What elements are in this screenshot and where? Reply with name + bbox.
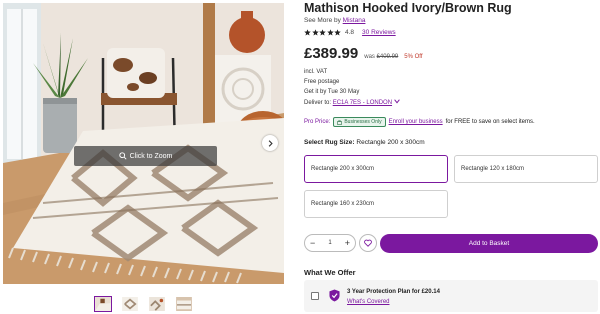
chevron-down-icon[interactable] xyxy=(393,99,400,104)
enroll-business-link[interactable]: Enroll your business xyxy=(389,119,443,125)
rating-row: 4.8 30 Reviews xyxy=(304,29,396,36)
brand-link[interactable]: Mistana xyxy=(343,17,366,24)
deliver-to-label: Deliver to: xyxy=(304,100,332,106)
magnifier-icon xyxy=(118,152,127,160)
next-image-button[interactable] xyxy=(262,135,278,151)
protection-plan-checkbox[interactable] xyxy=(311,292,319,300)
what-we-offer-heading: What We Offer xyxy=(304,268,356,277)
deliver-to-location-link[interactable]: EC1A 7ES - LONDON xyxy=(333,100,392,106)
thumbnail-rug-image xyxy=(176,297,192,311)
see-more-prefix: See More by xyxy=(304,17,341,24)
add-to-basket-button[interactable]: Add to Basket xyxy=(380,234,598,253)
product-gallery: Click to Zoom xyxy=(0,0,288,314)
thumbnail-2[interactable] xyxy=(121,296,139,312)
thumbnail-room-image xyxy=(95,297,111,311)
size-selector-label: Select Rug Size: Rectangle 200 x 300cm xyxy=(304,139,425,146)
thumbnail-rug-image xyxy=(149,297,165,311)
pro-price-row: Pro Price: Businesses Only Enroll your b… xyxy=(304,117,535,127)
size-option-160x230[interactable]: Rectangle 160 x 230cm xyxy=(304,190,448,218)
was-price-value: £409.99 xyxy=(376,54,399,60)
businesses-only-badge: Businesses Only xyxy=(333,117,386,127)
thumbnail-3[interactable] xyxy=(148,296,166,312)
quantity-value[interactable]: 1 xyxy=(328,240,331,246)
star-icon xyxy=(319,29,326,36)
protection-plan-card: 3 Year Protection Plan for £20.14 What's… xyxy=(304,280,598,312)
quantity-stepper: − 1 + xyxy=(304,234,356,252)
star-icon xyxy=(311,29,319,36)
click-to-zoom-button[interactable]: Click to Zoom xyxy=(74,146,217,166)
chevron-right-icon xyxy=(268,139,273,147)
size-option-label: Rectangle 160 x 230cm xyxy=(311,201,375,207)
size-selected-value: Rectangle 200 x 300cm xyxy=(356,139,425,146)
discount-label: 5% Off xyxy=(404,54,423,60)
star-rating xyxy=(304,29,341,36)
was-label: was xyxy=(364,54,375,60)
vat-note: incl. VAT xyxy=(304,69,328,75)
room-scene-image xyxy=(3,3,284,284)
whats-covered-link[interactable]: What's Covered xyxy=(347,299,390,305)
thumbnail-strip xyxy=(94,296,193,312)
reviews-link[interactable]: 30 Reviews xyxy=(362,29,396,36)
thumbnail-4[interactable] xyxy=(175,296,193,312)
protection-plan-text: 3 Year Protection Plan for £20.14 xyxy=(347,289,440,295)
zoom-label: Click to Zoom xyxy=(129,152,173,160)
postage-note: Free postage xyxy=(304,79,340,85)
quantity-plus-button[interactable]: + xyxy=(345,238,350,248)
delivery-date: Get it by Tue 30 May xyxy=(304,89,360,95)
star-icon xyxy=(304,29,311,36)
product-title: Mathison Hooked Ivory/Brown Rug xyxy=(304,1,512,15)
size-option-label: Rectangle 120 x 180cm xyxy=(461,166,525,172)
star-icon xyxy=(326,29,334,36)
rating-score: 4.8 xyxy=(345,29,355,36)
thumbnail-1[interactable] xyxy=(94,296,112,312)
shield-check-icon xyxy=(329,289,340,302)
size-option-120x180[interactable]: Rectangle 120 x 180cm xyxy=(454,155,598,183)
size-option-label: Rectangle 200 x 300cm xyxy=(311,166,375,172)
thumbnail-rug-image xyxy=(122,297,138,311)
badge-text: Businesses Only xyxy=(344,119,382,125)
was-price: was £409.99 xyxy=(364,54,398,60)
star-icon xyxy=(334,29,341,36)
size-label-prefix: Select Rug Size: xyxy=(304,139,355,146)
briefcase-icon xyxy=(337,119,343,125)
deliver-to-row: Deliver to: EC1A 7ES - LONDON xyxy=(304,99,400,106)
see-more-by: See More by Mistana xyxy=(304,17,365,24)
heart-icon xyxy=(364,239,372,247)
favorite-button[interactable] xyxy=(359,234,377,252)
pro-price-rest: for FREE to save on select items. xyxy=(445,119,535,125)
current-price: £389.99 xyxy=(304,45,359,62)
quantity-minus-button[interactable]: − xyxy=(310,238,315,248)
price-row: £389.99 was £409.99 5% Off xyxy=(304,45,423,62)
pro-price-label: Pro Price: xyxy=(304,119,331,125)
main-product-image[interactable]: Click to Zoom xyxy=(3,3,284,284)
size-option-200x300[interactable]: Rectangle 200 x 300cm xyxy=(304,155,448,183)
